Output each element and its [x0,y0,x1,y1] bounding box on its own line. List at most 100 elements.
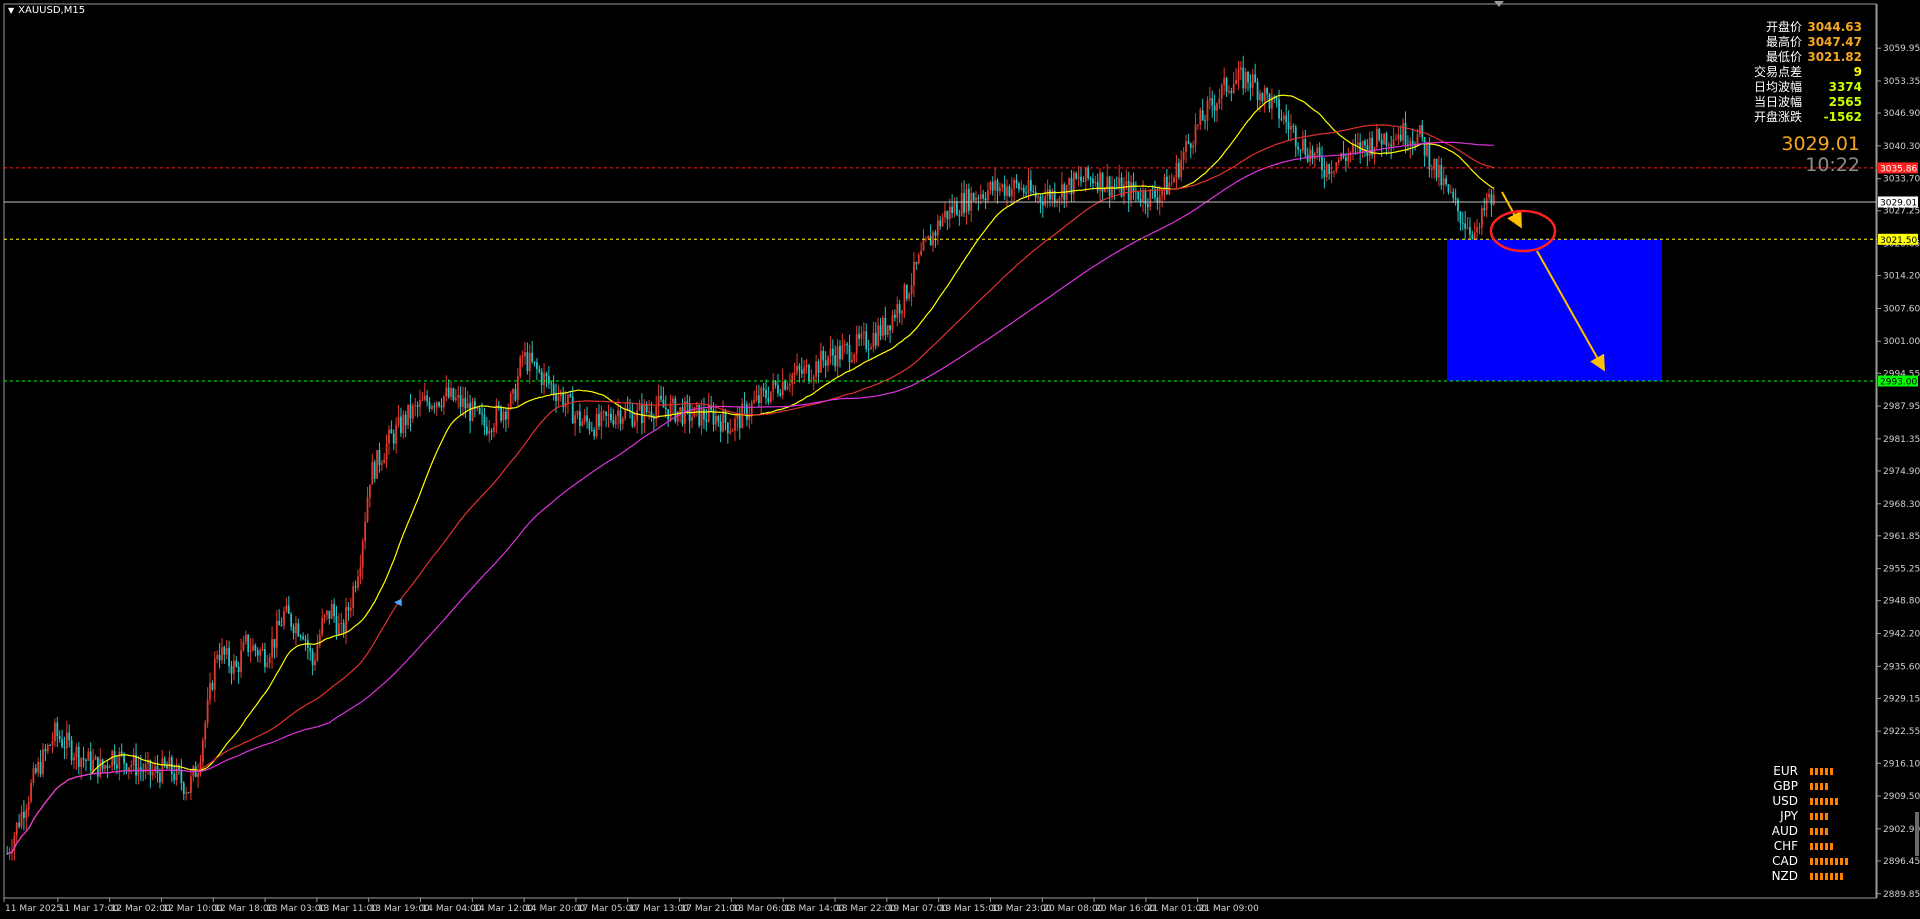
candle-body [1165,176,1168,195]
candle-body [1068,178,1070,185]
candle-body [46,745,49,752]
candle-body [886,325,889,335]
candle-body [1189,143,1192,148]
candle-body [760,388,763,404]
candle-body [836,346,839,367]
candle-body [1492,194,1495,205]
candle-body [714,415,717,425]
candle-body [913,261,915,286]
strength-bar-segment [1825,813,1828,820]
candle-body [423,395,426,400]
currency-row: AUD [1762,824,1848,839]
candle-body [1003,184,1006,196]
trade-marker-icon: ◀ [394,597,402,608]
candle-body [85,759,87,761]
chart-shift-handle[interactable] [1915,812,1919,856]
candle-body [58,736,61,740]
candle-body [1092,178,1094,184]
candle-body [1006,186,1008,196]
candle-body [958,215,961,217]
candle-body [488,430,491,434]
currency-row: NZD [1762,869,1848,884]
candle-body [1426,144,1428,156]
candle-body [1118,177,1121,188]
price-chart[interactable]: 3059.953053.353046.903040.303033.703027.… [0,0,1920,919]
candle-body [1304,139,1307,155]
candle-body [729,430,732,434]
candle-body [275,620,278,648]
candle-body [526,352,529,372]
candle-body [965,188,968,213]
candle-body [1232,84,1235,93]
candle-body [380,463,383,465]
candle-body [624,408,627,419]
candle-body [1194,124,1197,146]
candle-body [1256,82,1259,101]
candle-body [304,639,307,641]
candle-body [108,766,111,768]
candle-body [266,663,269,667]
strength-bar-segment [1835,798,1838,805]
candle-body [1478,227,1481,229]
candle-body [366,497,369,522]
y-tick-label: 2961.85 [1883,532,1920,542]
candle-body [1094,181,1097,184]
candle-body [63,746,66,748]
candle-body [967,188,970,211]
candle-body [619,410,622,424]
candle-body [791,375,794,384]
candle-body [44,749,47,752]
candle-body [843,344,846,346]
candle-body [1058,197,1061,201]
candle-body [602,411,605,413]
strength-bar-segment [1810,768,1813,775]
candle-body [361,541,364,568]
candle-body [636,409,639,422]
candle-body [1039,196,1042,202]
price-label-text: 2993.00 [1880,377,1917,387]
candle-body [221,647,223,661]
candle-body [34,768,37,773]
moving-average-line [7,124,1494,855]
candle-body [1330,171,1333,174]
candle-body [1244,71,1247,89]
strength-bar-segment [1815,783,1818,790]
candle-body [287,605,290,614]
candle-body [411,405,414,419]
candle-body [1037,196,1039,198]
candle-body [963,193,965,213]
candle-body [571,396,574,424]
strength-bar-segment [1815,873,1818,880]
info-label: 开盘涨跌 [1753,110,1802,124]
candle-body [56,722,59,737]
candle-body [1029,179,1032,192]
candle-body [1387,144,1390,146]
candle-body [1449,191,1452,193]
info-row: 日均波幅 3374 [1702,80,1862,95]
candle-body [135,754,137,776]
candle-body [934,232,937,236]
dropdown-caret-icon[interactable]: ▼ [8,6,14,15]
candle-body [860,333,863,339]
symbol-title-text: XAUUSD,M15 [18,5,86,16]
candle-body [1285,115,1288,123]
y-tick-label: 2929.15 [1883,694,1920,704]
candle-body [555,393,557,401]
candle-body [1430,169,1433,171]
candle-body [478,407,481,414]
candle-body [822,350,825,361]
candle-body [1204,120,1206,122]
currency-name: GBP [1773,779,1798,793]
scroll-marker-icon[interactable] [1494,1,1504,7]
candle-body [731,430,734,432]
candle-body [173,773,176,781]
candle-body [882,317,884,337]
candle-body [851,360,853,362]
y-tick-label: 3046.90 [1883,109,1920,119]
candle-body [213,658,216,690]
candle-body [939,220,942,227]
candle-body [1318,147,1321,157]
candle-body [552,384,555,394]
ohlc-info-panel: 开盘价 3044.63 最高价 3047.47 最低价 3021.82 交易点差 9 日均波幅 3… [1702,20,1862,125]
candle-body [867,348,870,350]
